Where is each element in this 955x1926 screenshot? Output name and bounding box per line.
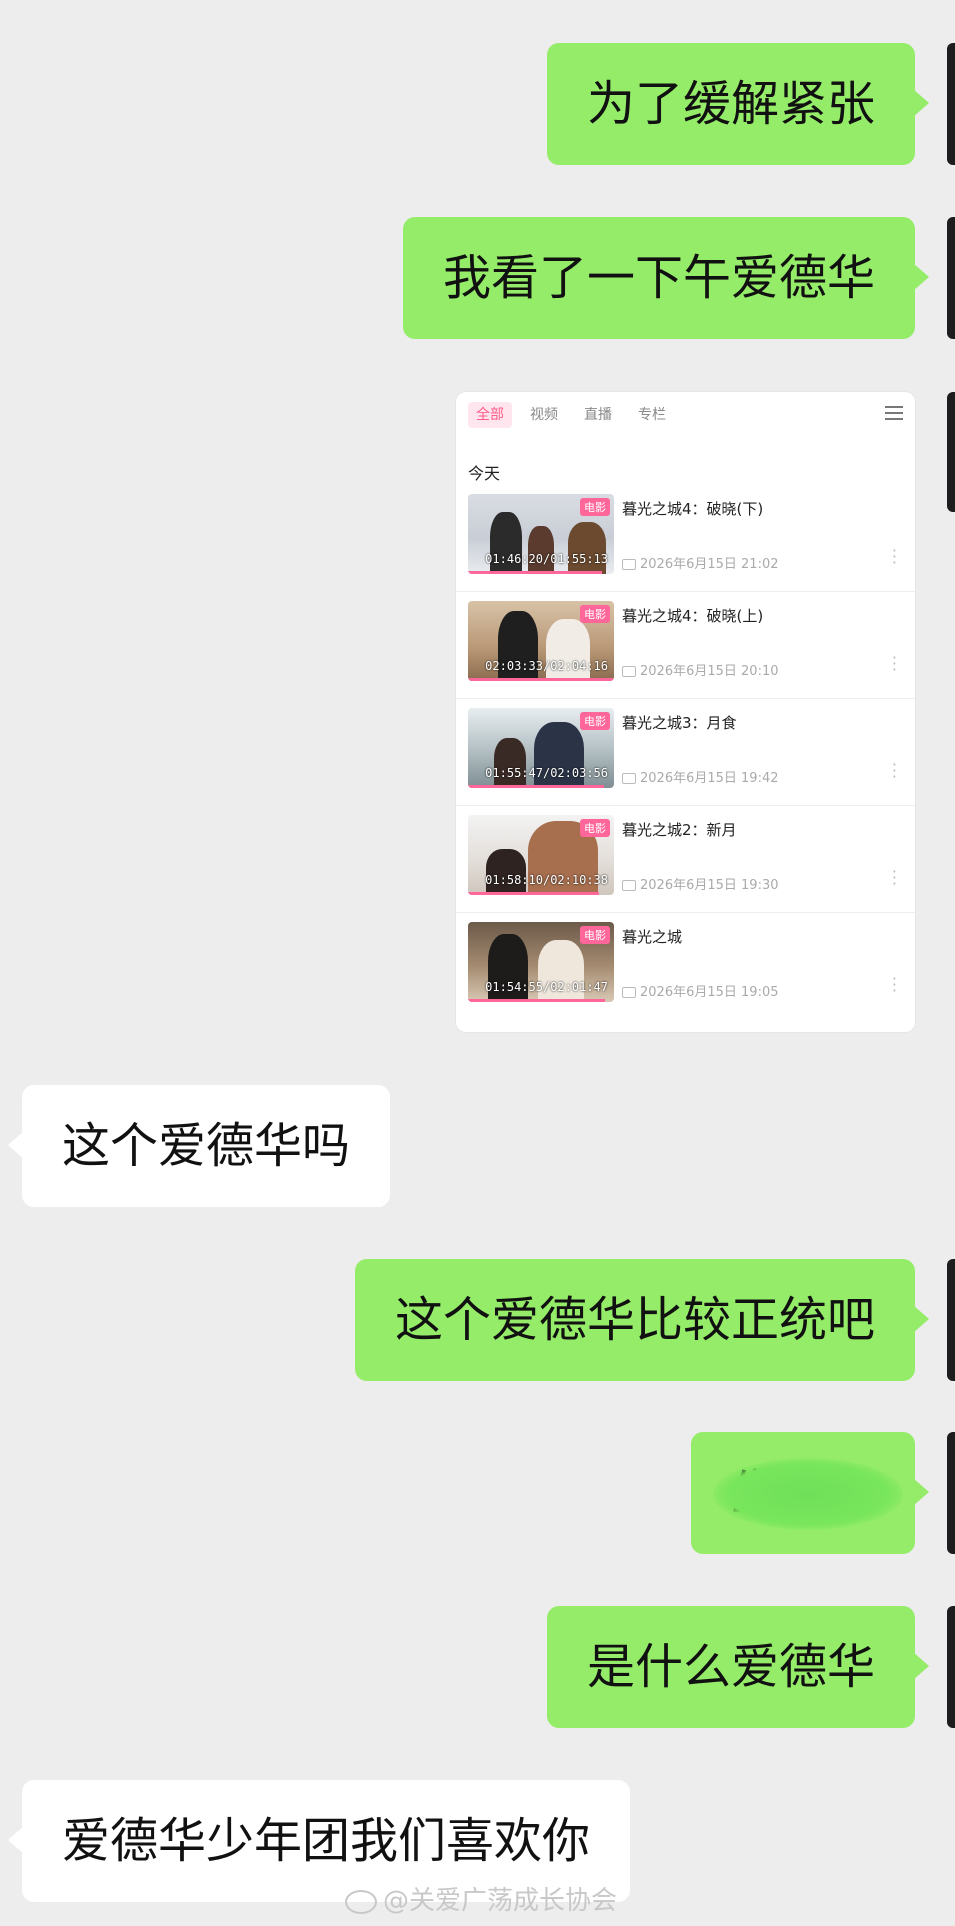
message-text: 是什么爱德华	[586, 1639, 875, 1695]
video-title: 暮光之城	[622, 928, 683, 946]
weibo-watermark: @关爱广荡成长协会	[345, 1880, 617, 1917]
video-thumbnail: 电影 01:55:47/02:03:56	[468, 708, 614, 788]
tv-icon	[622, 773, 636, 784]
movie-badge: 电影	[580, 926, 610, 944]
redaction-scribble	[713, 1458, 903, 1530]
video-title: 暮光之城3：月食	[622, 714, 737, 732]
history-item[interactable]: 电影 01:46:20/01:55:13 暮光之城4：破晓(下) 2026年6月…	[456, 484, 915, 592]
watch-progress-bar	[468, 785, 604, 788]
tab-video[interactable]: 视频	[522, 402, 566, 428]
tv-icon	[622, 987, 636, 998]
outgoing-message-bubble[interactable]: 这个爱德华比较正统吧	[354, 1259, 930, 1381]
watch-duration: 01:54:55/02:01:47	[485, 980, 608, 994]
video-thumbnail: 电影 01:58:10/02:10:38	[468, 815, 614, 895]
video-title: 暮光之城2：新月	[622, 821, 737, 839]
history-tabs: 全部 视频 直播 专栏	[456, 392, 915, 438]
tv-icon	[622, 666, 636, 677]
tv-icon	[622, 880, 636, 891]
watch-duration: 01:58:10/02:10:38	[485, 873, 608, 887]
history-item[interactable]: 电影 01:58:10/02:10:38 暮光之城2：新月 2026年6月15日…	[456, 805, 915, 913]
watch-time: 2026年6月15日 19:42	[622, 767, 779, 786]
message-text: 为了缓解紧张	[586, 76, 875, 132]
more-options-icon[interactable]: · · ·	[892, 971, 897, 999]
self-avatar[interactable]	[947, 43, 955, 165]
outgoing-message-bubble[interactable]: 生	[691, 1432, 929, 1554]
watch-progress-bar	[468, 999, 606, 1002]
video-thumbnail: 电影 02:03:33/02:04:16	[468, 601, 614, 681]
self-avatar[interactable]	[947, 1432, 955, 1554]
more-options-icon[interactable]: · · ·	[892, 650, 897, 678]
video-title: 暮光之城4：破晓(上)	[622, 607, 764, 625]
more-options-icon[interactable]: · · ·	[892, 543, 897, 571]
outgoing-message-bubble[interactable]: 是什么爱德华	[546, 1606, 930, 1728]
outgoing-message-bubble[interactable]: 为了缓解紧张	[546, 43, 930, 165]
watch-duration: 01:46:20/01:55:13	[485, 552, 608, 566]
watch-time: 2026年6月15日 19:30	[622, 874, 779, 893]
self-avatar[interactable]	[947, 1606, 955, 1728]
self-avatar[interactable]	[947, 217, 955, 339]
watch-progress-bar	[468, 678, 613, 681]
weibo-logo-icon	[345, 1889, 377, 1914]
tab-column[interactable]: 专栏	[630, 402, 674, 428]
movie-badge: 电影	[580, 605, 610, 623]
self-avatar[interactable]	[947, 1259, 955, 1381]
incoming-message-bubble[interactable]: 这个爱德华吗	[7, 1085, 391, 1207]
video-thumbnail: 电影 01:54:55/02:01:47	[468, 922, 614, 1002]
watch-duration: 02:03:33/02:04:16	[485, 659, 608, 673]
more-options-icon[interactable]: · · ·	[892, 757, 897, 785]
movie-badge: 电影	[580, 498, 610, 516]
watch-time: 2026年6月15日 20:10	[622, 660, 779, 679]
history-item[interactable]: 电影 02:03:33/02:04:16 暮光之城4：破晓(上) 2026年6月…	[456, 591, 915, 699]
video-title: 暮光之城4：破晓(下)	[622, 500, 764, 518]
watch-time: 2026年6月15日 19:05	[622, 981, 779, 1000]
outgoing-message-bubble[interactable]: 我看了一下午爱德华	[402, 217, 930, 339]
watch-duration: 01:55:47/02:03:56	[485, 766, 608, 780]
history-item[interactable]: 电影 01:54:55/02:01:47 暮光之城 2026年6月15日 19:…	[456, 912, 915, 1019]
message-text: 这个爱德华吗	[62, 1118, 351, 1174]
watch-progress-bar	[468, 571, 603, 574]
watch-progress-bar	[468, 892, 600, 895]
message-text: 我看了一下午爱德华	[442, 250, 875, 306]
self-avatar[interactable]	[947, 392, 955, 512]
tv-icon	[622, 559, 636, 570]
more-options-icon[interactable]: · · ·	[892, 864, 897, 892]
list-filter-icon[interactable]	[885, 406, 903, 422]
tab-all[interactable]: 全部	[468, 402, 512, 428]
tab-live[interactable]: 直播	[576, 402, 620, 428]
image-message-watch-history[interactable]: 全部 视频 直播 专栏 今天 电影 01:46:20/01:55:13 暮光之城…	[456, 392, 915, 1032]
video-thumbnail: 电影 01:46:20/01:55:13	[468, 494, 614, 574]
message-text: 爱德华少年团我们喜欢你	[62, 1813, 591, 1869]
movie-badge: 电影	[580, 819, 610, 837]
watch-time: 2026年6月15日 21:02	[622, 553, 779, 572]
history-item[interactable]: 电影 01:55:47/02:03:56 暮光之城3：月食 2026年6月15日…	[456, 698, 915, 806]
section-header-today: 今天	[468, 464, 501, 483]
message-text: 这个爱德华比较正统吧	[394, 1292, 875, 1348]
movie-badge: 电影	[580, 712, 610, 730]
